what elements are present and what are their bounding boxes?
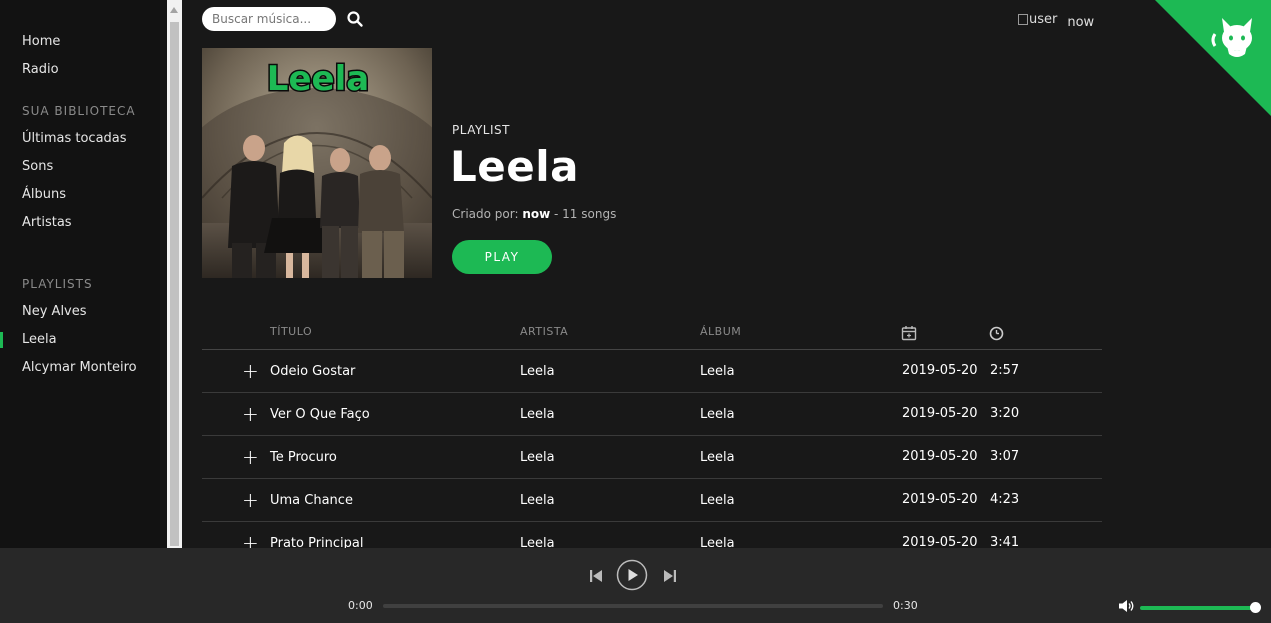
track-title[interactable]: Odeio Gostar	[270, 364, 355, 379]
scrollbar[interactable]	[167, 0, 182, 548]
column-header-album[interactable]: ÁLBUM	[700, 325, 741, 338]
track-album[interactable]: Leela	[700, 407, 735, 422]
volume-slider[interactable]	[1140, 606, 1255, 610]
track-row[interactable]: + Ver O Que Faço Leela Leela 2019-05-20 …	[202, 393, 1102, 436]
track-row[interactable]: + Prato Principal Leela Leela 2019-05-20…	[202, 522, 1102, 548]
next-track-icon[interactable]	[663, 568, 677, 584]
search-icon[interactable]	[346, 10, 364, 28]
song-count: - 11 songs	[550, 207, 617, 221]
track-album[interactable]: Leela	[700, 493, 735, 508]
track-duration: 3:07	[990, 449, 1020, 464]
track-row[interactable]: + Uma Chance Leela Leela 2019-05-20 4:23	[202, 479, 1102, 522]
playlist-title: Leela	[450, 142, 579, 191]
created-by-label: Criado por:	[452, 207, 519, 221]
track-artist[interactable]: Leela	[520, 536, 555, 548]
track-artist[interactable]: Leela	[520, 450, 555, 465]
playlists-section-title: PLAYLISTS	[22, 277, 93, 291]
library-albums[interactable]: Álbuns	[22, 187, 66, 202]
broken-image-icon	[1018, 13, 1028, 25]
user-area[interactable]: user now	[1018, 9, 1094, 30]
cover-logo-text: Leela	[267, 59, 369, 99]
scroll-up-arrow[interactable]	[170, 7, 178, 13]
clock-icon[interactable]	[989, 326, 1004, 341]
nav-radio[interactable]: Radio	[22, 62, 59, 77]
play-playlist-button[interactable]: PLAY	[452, 240, 552, 274]
main-content: user now	[182, 0, 1271, 548]
track-artist[interactable]: Leela	[520, 364, 555, 379]
volume-icon[interactable]	[1118, 599, 1135, 613]
column-header-artist[interactable]: ARTISTA	[520, 325, 568, 338]
playlist-owner: now	[522, 207, 551, 221]
search-input[interactable]	[202, 7, 336, 31]
library-section-title: SUA BIBLIOTECA	[22, 104, 136, 118]
sidebar: Home Radio SUA BIBLIOTECA Últimas tocada…	[0, 0, 167, 548]
track-album[interactable]: Leela	[700, 536, 735, 548]
user-name[interactable]: now	[1067, 15, 1094, 30]
playlist-meta: Criado por: now - 11 songs	[452, 207, 616, 221]
add-track-icon[interactable]: +	[242, 359, 259, 383]
track-date: 2019-05-20	[902, 363, 978, 378]
nav-home[interactable]: Home	[22, 34, 60, 49]
track-duration: 3:41	[990, 535, 1020, 548]
current-time: 0:00	[348, 599, 373, 612]
track-album[interactable]: Leela	[700, 364, 735, 379]
playlist-cover: Leela	[202, 48, 432, 278]
previous-track-icon[interactable]	[589, 568, 603, 584]
track-duration: 2:57	[990, 363, 1020, 378]
scroll-thumb[interactable]	[170, 22, 179, 546]
library-artists[interactable]: Artistas	[22, 215, 72, 230]
add-track-icon[interactable]: +	[242, 445, 259, 469]
track-row[interactable]: + Te Procuro Leela Leela 2019-05-20 3:07	[202, 436, 1102, 479]
track-date: 2019-05-20	[902, 449, 978, 464]
add-track-icon[interactable]: +	[242, 402, 259, 426]
calendar-add-icon[interactable]	[901, 325, 917, 341]
library-songs[interactable]: Sons	[22, 159, 53, 174]
github-corner-icon[interactable]	[1155, 0, 1271, 116]
add-track-icon[interactable]: +	[242, 531, 259, 548]
volume-slider-handle[interactable]	[1250, 602, 1261, 613]
avatar-alt-text: user	[1029, 11, 1058, 27]
track-title[interactable]: Ver O Que Faço	[270, 407, 370, 422]
track-date: 2019-05-20	[902, 492, 978, 507]
playlist-kind-label: PLAYLIST	[452, 123, 510, 137]
add-track-icon[interactable]: +	[242, 488, 259, 512]
active-indicator	[0, 332, 3, 348]
column-header-title[interactable]: TÍTULO	[270, 325, 312, 338]
track-album[interactable]: Leela	[700, 450, 735, 465]
track-title[interactable]: Prato Principal	[270, 536, 364, 548]
progress-bar[interactable]	[383, 604, 883, 608]
track-title[interactable]: Uma Chance	[270, 493, 353, 508]
track-artist[interactable]: Leela	[520, 407, 555, 422]
track-row[interactable]: + Odeio Gostar Leela Leela 2019-05-20 2:…	[202, 350, 1102, 393]
track-duration: 3:20	[990, 406, 1020, 421]
player-bar: 0:00 0:30	[0, 548, 1271, 623]
playlist-item-active[interactable]: Leela	[22, 332, 57, 347]
track-duration: 4:23	[990, 492, 1020, 507]
track-title[interactable]: Te Procuro	[270, 450, 337, 465]
total-time: 0:30	[893, 599, 918, 612]
library-recent[interactable]: Últimas tocadas	[22, 131, 127, 146]
user-avatar[interactable]: user	[1018, 12, 1057, 27]
playlist-item[interactable]: Ney Alves	[22, 304, 87, 319]
playlist-item[interactable]: Alcymar Monteiro	[22, 360, 137, 375]
track-date: 2019-05-20	[902, 535, 978, 548]
track-date: 2019-05-20	[902, 406, 978, 421]
play-icon[interactable]	[616, 559, 648, 591]
track-artist[interactable]: Leela	[520, 493, 555, 508]
